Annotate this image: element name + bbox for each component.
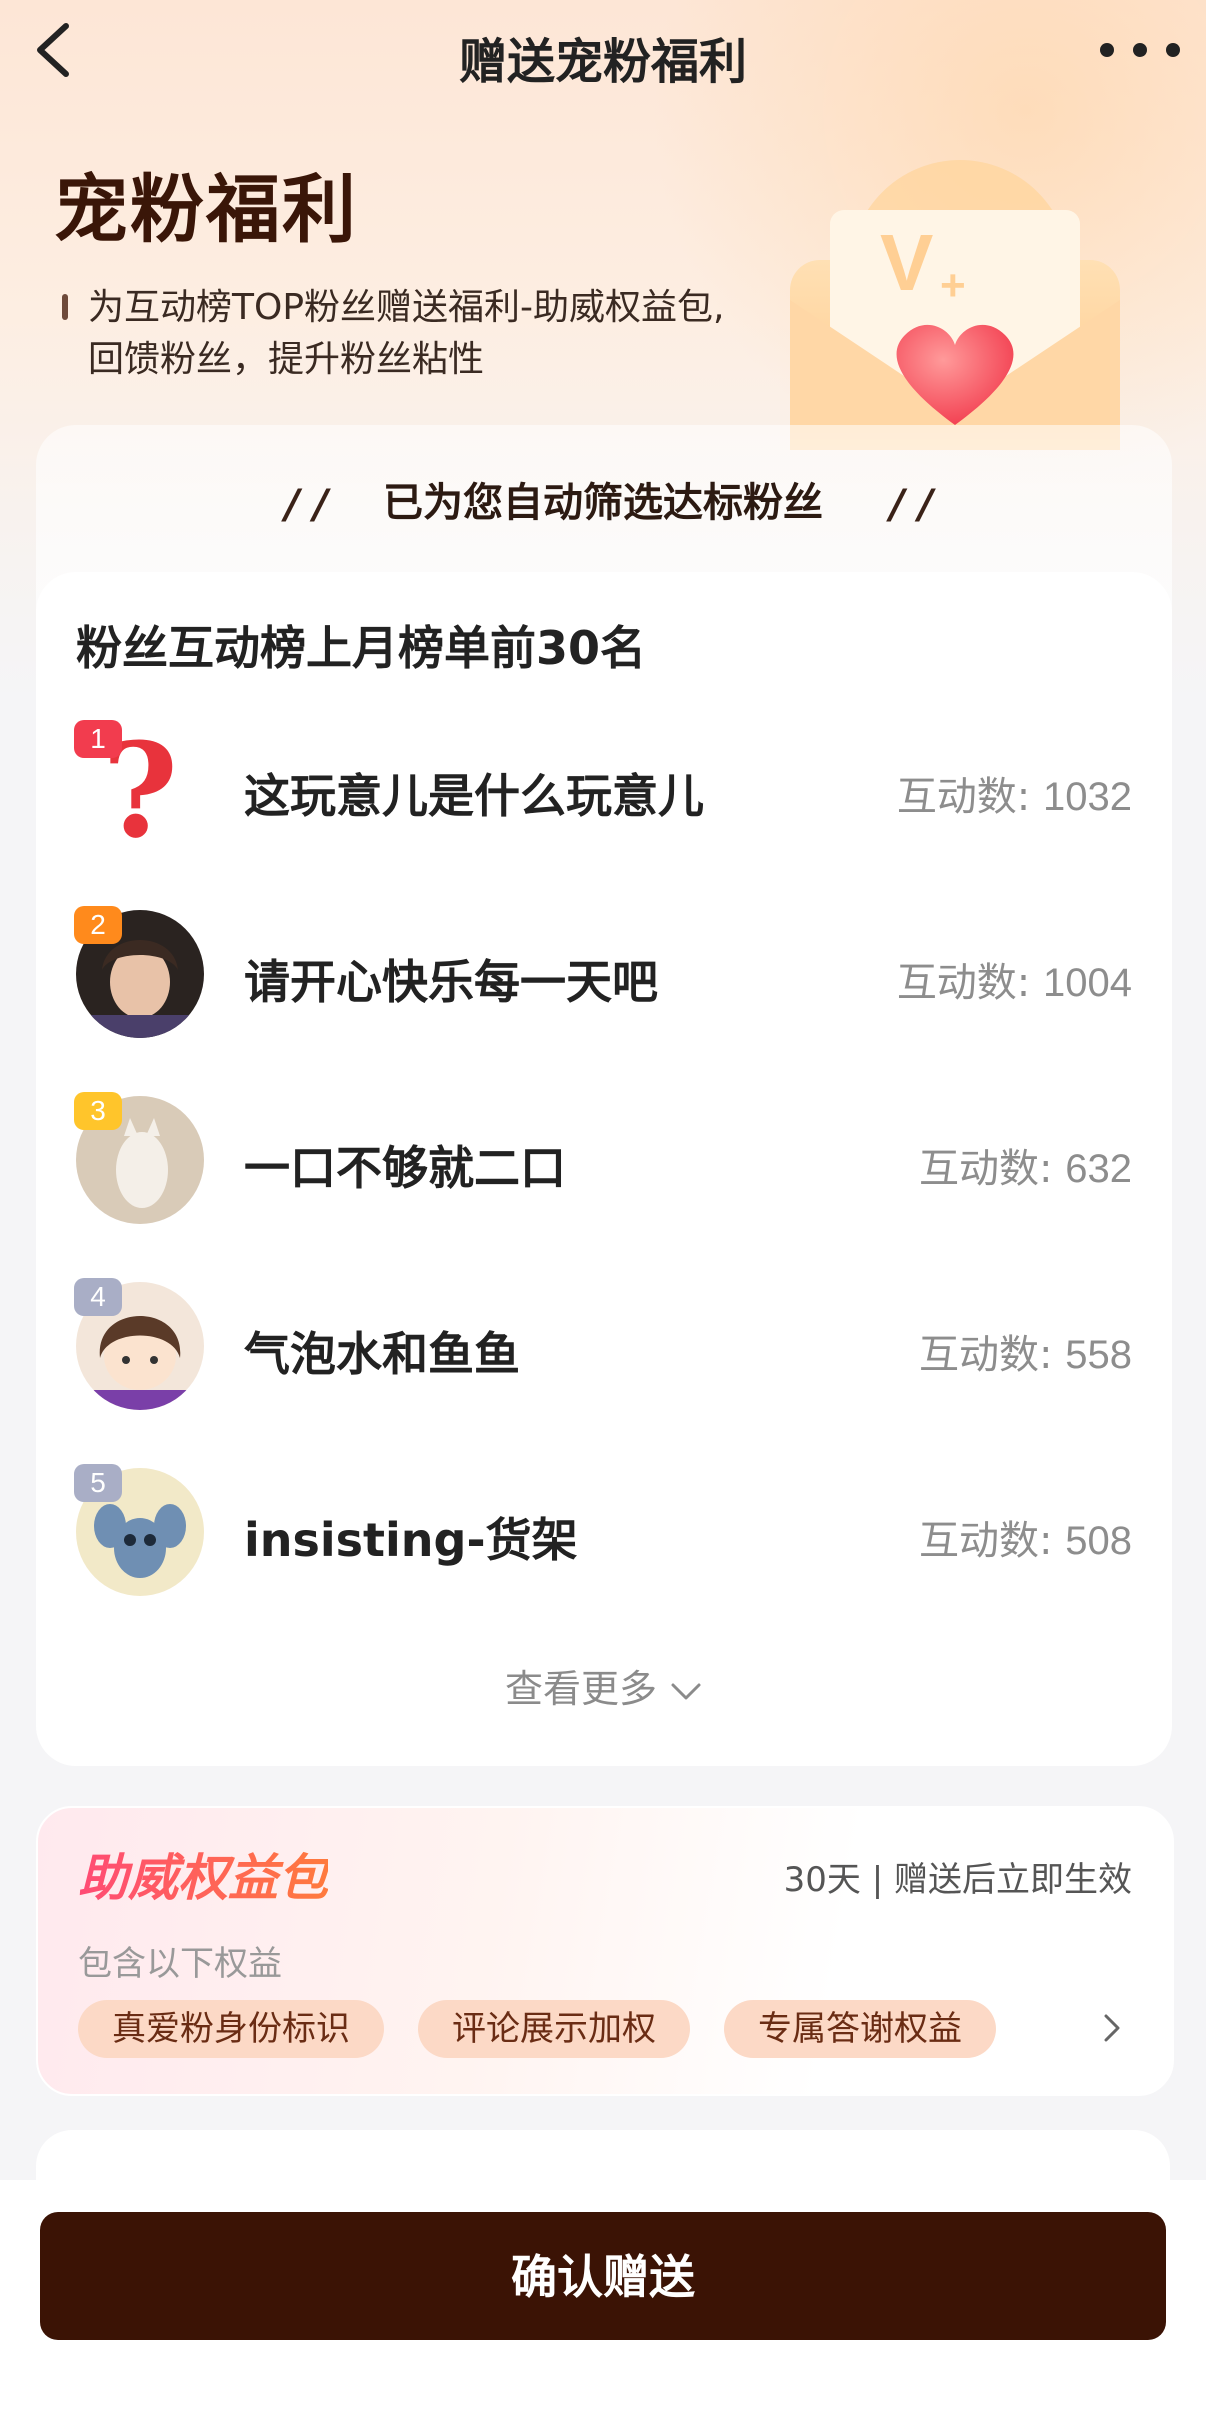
svg-text:+: + (940, 261, 966, 310)
page-title: 赠送宠粉福利 (458, 34, 747, 90)
filter-notice: 已为您自动筛选达标粉丝 (383, 480, 823, 526)
rank-badge: 4 (74, 1278, 122, 1316)
confirm-send-button[interactable]: 确认赠送 (40, 2212, 1166, 2340)
chevron-right-icon (1104, 2014, 1120, 2042)
count-value: 1032 (1043, 775, 1132, 819)
count-label: 互动数: (896, 774, 1031, 820)
package-subtitle: 包含以下权益 (78, 1944, 282, 1984)
hero-description-line2: 回馈粉丝，提升粉丝粘性 (88, 339, 485, 380)
rank-badge: 5 (74, 1464, 122, 1502)
ranking-row[interactable]: ? 1 这玩意儿是什么玩意儿 互动数: 1032 (36, 720, 1172, 864)
rank-badge: 1 (74, 720, 122, 758)
ranking-row[interactable]: 2 请开心快乐每一天吧 互动数: 1004 (36, 906, 1172, 1050)
interaction-count: 互动数: 632 (919, 1136, 1132, 1194)
benefit-chip: 真爱粉身份标识 (78, 2000, 384, 2058)
count-value: 558 (1065, 1333, 1132, 1377)
fan-name: 请开心快乐每一天吧 (244, 955, 658, 1009)
count-value: 508 (1065, 1519, 1132, 1563)
rank-badge: 2 (74, 906, 122, 944)
quote-close-mark: / / (890, 482, 934, 528)
more-options-button[interactable] (1100, 22, 1180, 78)
interaction-count: 互动数: 1032 (897, 764, 1132, 822)
count-label: 互动数: (919, 1332, 1053, 1378)
envelope-heart-illustration: V + (790, 160, 1120, 450)
package-detail-button[interactable] (1092, 2008, 1132, 2048)
chevron-down-icon (671, 1683, 701, 1699)
more-dot-icon (1166, 43, 1180, 57)
benefit-package-card[interactable]: 助威权益包 30天 | 赠送后立即生效 包含以下权益 真爱粉身份标识 评论展示加… (36, 1806, 1174, 2096)
ranking-row[interactable]: 3 一口不够就二口 互动数: 632 (36, 1092, 1172, 1236)
fan-name: 气泡水和鱼鱼 (244, 1327, 520, 1381)
hero-title: 宠粉福利 (54, 167, 358, 253)
package-validity: 30天 | 赠送后立即生效 (783, 1860, 1132, 1900)
interaction-count: 互动数: 508 (919, 1508, 1132, 1566)
count-label: 互动数: (896, 960, 1031, 1006)
count-label: 互动数: (919, 1146, 1053, 1192)
navigation-bar: 赠送宠粉福利 (0, 0, 1206, 100)
benefit-chip: 评论展示加权 (418, 2000, 690, 2058)
fan-name: 这玩意儿是什么玩意儿 (244, 769, 704, 823)
more-dot-icon (1133, 43, 1147, 57)
count-value: 1004 (1043, 961, 1132, 1005)
ranking-row[interactable]: 5 insisting-货架 互动数: 508 (36, 1464, 1172, 1608)
benefit-chip: 专属答谢权益 (724, 2000, 996, 2058)
ranking-title: 粉丝互动榜上月榜单前30名 (76, 621, 647, 675)
hero-description-line1: 为互动榜TOP粉丝赠送福利-助威权益包, (88, 287, 725, 328)
fan-name: insisting-货架 (244, 1513, 578, 1567)
see-more-label: 查看更多 (504, 1667, 657, 1711)
package-title: 助威权益包 (78, 1838, 328, 1910)
interaction-count: 互动数: 558 (919, 1322, 1132, 1380)
more-dot-icon (1100, 43, 1114, 57)
count-label: 互动数: (919, 1518, 1053, 1564)
ranking-row[interactable]: 4 气泡水和鱼鱼 互动数: 558 (36, 1278, 1172, 1422)
fan-name: 一口不够就二口 (244, 1141, 566, 1195)
count-value: 632 (1065, 1147, 1132, 1191)
svg-text:V: V (880, 218, 933, 307)
description-marker (62, 294, 68, 320)
see-more-button[interactable]: 查看更多 (36, 1658, 1172, 1713)
rank-badge: 3 (74, 1092, 122, 1130)
ranking-card: 粉丝互动榜上月榜单前30名 ? 1 这玩意儿是什么玩意儿 互动数: 1032 2… (36, 572, 1172, 1766)
interaction-count: 互动数: 1004 (897, 950, 1132, 1008)
hero-description: 为互动榜TOP粉丝赠送福利-助威权益包, 回馈粉丝，提升粉丝粘性 (62, 282, 808, 386)
